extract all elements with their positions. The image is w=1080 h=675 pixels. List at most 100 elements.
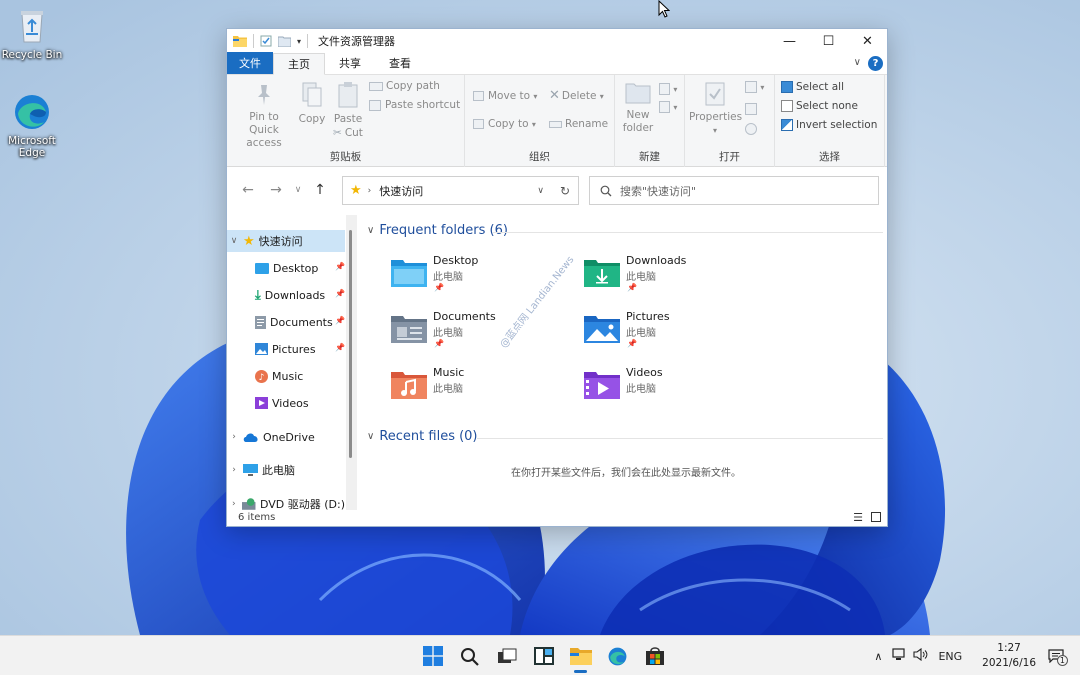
folder-tile-pictures[interactable]: Pictures 此电脑 📌 [584, 310, 754, 360]
search-box[interactable]: 搜索"快速访问" [589, 176, 879, 205]
widgets-button[interactable] [525, 638, 562, 674]
task-view-button[interactable] [488, 638, 525, 674]
folder-tile-videos[interactable]: Videos 此电脑 [584, 366, 754, 416]
store-taskbar-button[interactable] [636, 638, 673, 674]
back-arrow-icon[interactable]: ← [237, 182, 259, 198]
nav-item-music[interactable]: ♪ Music [255, 365, 345, 387]
folder-tile-music[interactable]: Music 此电脑 [391, 366, 561, 416]
close-button[interactable]: ✕ [848, 29, 887, 53]
desktop-icon-recycle-bin[interactable]: Recycle Bin [0, 6, 64, 61]
notification-center-button[interactable]: 1 [1048, 649, 1068, 666]
videos-icon [255, 397, 268, 409]
details-view-icon[interactable]: ☰ [853, 511, 863, 524]
history-button[interactable] [745, 123, 757, 136]
expand-chevron-icon[interactable]: ∨ [227, 236, 241, 246]
paste-shortcut-button[interactable]: Paste shortcut [369, 99, 460, 112]
forward-arrow-icon[interactable]: → [265, 182, 287, 198]
tab-home[interactable]: 主页 [273, 53, 325, 75]
group-label-open: 打开 [719, 151, 740, 163]
open-button[interactable]: ▾ [745, 81, 764, 94]
nav-item-pictures[interactable]: Pictures 📌 [255, 338, 345, 360]
recycle-bin-icon [21, 11, 43, 43]
select-none-button[interactable]: Select none [781, 100, 858, 113]
expand-chevron-icon[interactable]: › [227, 432, 241, 442]
expand-chevron-icon[interactable]: › [227, 465, 241, 475]
move-to-icon [473, 91, 484, 101]
select-all-button[interactable]: Select all [781, 81, 844, 94]
show-hidden-icons-chevron-icon[interactable]: ∧ [874, 650, 882, 663]
frequent-folders-header[interactable]: ∨ Frequent folders (6) [367, 223, 508, 238]
edit-button[interactable] [745, 103, 757, 116]
tab-file[interactable]: 文件 [227, 52, 273, 74]
collapse-ribbon-icon[interactable]: ∨ [854, 57, 861, 68]
recent-files-header[interactable]: ∨ Recent files (0) [367, 429, 478, 444]
desktop-folder-icon [391, 260, 427, 287]
cut-button[interactable]: ✂ Cut [333, 127, 363, 140]
taskbar-search-button[interactable] [451, 638, 488, 674]
new-folder-button[interactable]: New folder [619, 81, 657, 135]
properties-button[interactable]: Properties ▾ [689, 81, 742, 137]
nav-pane-scrollbar[interactable] [346, 215, 357, 510]
start-button[interactable] [414, 638, 451, 674]
copy-to-button[interactable]: Copy to ▾ [473, 118, 536, 131]
nav-item-downloads[interactable]: ⤓ Downloads 📌 [255, 284, 345, 306]
address-dropdown-icon[interactable]: ∨ [537, 186, 544, 196]
folder-tile-downloads[interactable]: Downloads 此电脑 📌 [584, 254, 754, 304]
refresh-icon[interactable]: ↻ [560, 184, 570, 198]
edge-taskbar-button[interactable] [599, 638, 636, 674]
nav-item-quick-access[interactable]: ∨ ★ 快速访问 [227, 230, 345, 252]
invert-selection-button[interactable]: Invert selection [781, 119, 877, 132]
pictures-folder-icon [584, 316, 620, 343]
help-button[interactable]: ? [868, 56, 883, 71]
folder-tile-documents[interactable]: Documents 此电脑 📌 [391, 310, 561, 360]
pin-icon[interactable]: 📌 [335, 289, 345, 298]
properties-qat-icon[interactable] [260, 35, 272, 47]
new-item-button[interactable]: ▾ [659, 83, 677, 96]
copy-path-button[interactable]: Copy path [369, 80, 440, 93]
qat-dropdown-icon[interactable]: ▾ [297, 37, 301, 46]
move-to-button[interactable]: Move to ▾ [473, 90, 537, 103]
nav-item-videos[interactable]: Videos [255, 392, 345, 414]
search-icon [600, 185, 612, 196]
maximize-button[interactable]: ☐ [809, 29, 848, 53]
tab-view[interactable]: 查看 [375, 52, 425, 74]
nav-item-documents[interactable]: Documents 📌 [255, 311, 345, 333]
minimize-button[interactable]: — [770, 29, 809, 53]
scrollbar-thumb[interactable] [349, 230, 352, 458]
up-arrow-icon[interactable]: ↑ [309, 182, 331, 198]
pin-icon[interactable]: 📌 [335, 343, 345, 352]
address-bar[interactable]: ★ › 快速访问 ∨ ↻ [342, 176, 579, 205]
nav-item-this-pc[interactable]: › 此电脑 [227, 459, 345, 481]
desktop-icon-edge[interactable]: Microsoft Edge [0, 92, 64, 159]
pin-icon[interactable]: 📌 [335, 316, 345, 325]
pin-icon[interactable]: 📌 [627, 283, 637, 292]
tab-share[interactable]: 共享 [325, 52, 375, 74]
file-explorer-taskbar-button[interactable] [562, 638, 599, 674]
pin-icon[interactable]: 📌 [335, 262, 345, 271]
music-folder-icon [391, 372, 427, 399]
group-label-clipboard: 剪贴板 [329, 151, 362, 163]
window-title: 文件资源管理器 [318, 35, 396, 48]
rename-button[interactable]: Rename [549, 118, 608, 131]
clock[interactable]: 1:27 2021/6/16 [982, 641, 1036, 671]
edge-icon [15, 95, 49, 129]
pin-icon[interactable]: 📌 [434, 283, 444, 292]
recent-locations-icon[interactable]: ∨ [287, 185, 309, 195]
network-icon[interactable] [892, 648, 907, 664]
volume-icon[interactable] [913, 647, 928, 664]
large-icons-view-icon[interactable] [871, 512, 881, 522]
paste-button[interactable]: Paste [331, 81, 365, 126]
notification-count-badge: 1 [1056, 655, 1068, 666]
new-folder-qat-icon[interactable] [278, 36, 291, 47]
copy-button[interactable]: Copy [297, 81, 327, 126]
pin-icon[interactable]: 📌 [434, 339, 444, 348]
new-folder-icon [625, 83, 651, 104]
pin-icon[interactable]: 📌 [627, 339, 637, 348]
title-bar[interactable]: ▾ 文件资源管理器 — ☐ ✕ [227, 29, 887, 53]
nav-item-desktop[interactable]: Desktop 📌 [255, 257, 345, 279]
input-language-indicator[interactable]: ENG [938, 650, 962, 663]
easy-access-button[interactable]: ▾ [659, 101, 677, 114]
nav-item-onedrive[interactable]: › OneDrive [227, 426, 345, 448]
pin-quick-access-button[interactable]: Pin to Quick access [233, 83, 295, 150]
delete-button[interactable]: ✕ Delete ▾ [549, 89, 604, 103]
